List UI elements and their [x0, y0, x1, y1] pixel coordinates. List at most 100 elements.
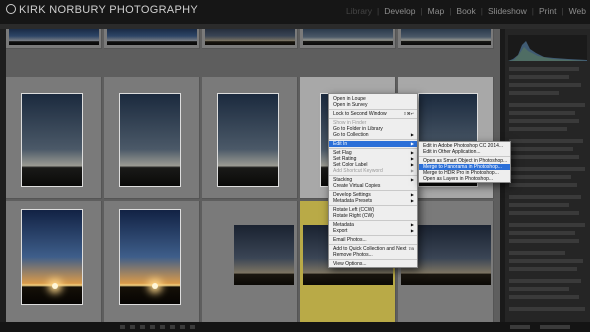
- menu-separator: [329, 190, 417, 191]
- toolbar-button[interactable]: [150, 325, 155, 329]
- thumbnail[interactable]: [21, 209, 83, 305]
- grid-cell[interactable]: [202, 201, 298, 322]
- toolbar-button[interactable]: [120, 325, 125, 329]
- menu-separator: [419, 156, 510, 157]
- edit-in-submenu: Edit in Adobe Photoshop CC 2014... Edit i…: [418, 141, 511, 183]
- thumbnail[interactable]: [119, 209, 181, 305]
- panel-row: [509, 307, 585, 311]
- menu-item-label: Remove Photos...: [333, 252, 373, 258]
- histogram-graph: [508, 41, 587, 61]
- panel-row: [509, 175, 571, 179]
- module-book[interactable]: Book: [456, 6, 475, 16]
- submenu-arrow-icon: ▶: [410, 132, 414, 137]
- grid-cell[interactable]: [104, 201, 200, 322]
- grid-cell[interactable]: [6, 29, 102, 49]
- grid-cell[interactable]: [6, 77, 102, 199]
- right-panel: [505, 29, 590, 322]
- toolbar-button[interactable]: [170, 325, 175, 329]
- module-separator: |: [561, 6, 564, 16]
- menu-item-label: Export: [333, 228, 348, 234]
- menu-item-view-options[interactable]: View Options...: [329, 261, 417, 267]
- toolbar-button[interactable]: [140, 325, 145, 329]
- panel-row: [509, 155, 579, 159]
- menu-item-open-in-survey[interactable]: Open in Survey: [329, 102, 417, 108]
- module-map[interactable]: Map: [428, 6, 445, 16]
- menu-item-go-to-collection[interactable]: Go to Collection ▶: [329, 132, 417, 138]
- panel-row: [509, 231, 575, 235]
- submenu-arrow-icon: ▶: [410, 141, 414, 146]
- logo-text: KIRK NORBURY PHOTOGRAPHY: [19, 4, 198, 16]
- submenu-arrow-icon: ▶: [410, 198, 414, 203]
- grid-cell[interactable]: [202, 29, 298, 49]
- menu-item-label: View Options...: [333, 261, 367, 267]
- module-separator: |: [531, 6, 534, 16]
- grid-cell[interactable]: [202, 77, 298, 199]
- panel-row: [509, 91, 559, 95]
- menu-item-label: Email Photos...: [333, 237, 367, 243]
- menu-item-lock-to-second-window[interactable]: Lock to Second Window ⇧⌘↵: [329, 111, 417, 117]
- thumbnail[interactable]: [205, 29, 295, 45]
- panel-row: [509, 239, 579, 243]
- menu-separator: [329, 220, 417, 221]
- menu-item-rotate-right-cw[interactable]: Rotate Right (CW): [329, 213, 417, 219]
- menu-separator: [329, 205, 417, 206]
- submenu-arrow-icon: ▶: [410, 168, 414, 173]
- toolbar-button[interactable]: [190, 325, 195, 329]
- panel-row: [509, 83, 581, 87]
- menu-item-edit-in-other-application[interactable]: Edit in Other Application...: [419, 149, 510, 155]
- thumbnail[interactable]: [107, 29, 197, 45]
- thumbnail[interactable]: [119, 93, 181, 187]
- panel-row: [509, 295, 579, 299]
- menu-separator: [329, 244, 417, 245]
- thumbnail[interactable]: [401, 29, 491, 45]
- toolbar-button[interactable]: [510, 325, 530, 329]
- toolbar-button[interactable]: [540, 325, 570, 329]
- menu-item-email-photos[interactable]: Email Photos...: [329, 237, 417, 243]
- toolbar-button[interactable]: [130, 325, 135, 329]
- panel-row: [509, 183, 577, 187]
- module-library[interactable]: Library: [346, 6, 372, 16]
- menu-separator: [329, 148, 417, 149]
- grid-cell[interactable]: [104, 29, 200, 49]
- grid-cell[interactable]: [300, 29, 396, 49]
- menu-item-export[interactable]: Export ▶: [329, 228, 417, 234]
- panel-row: [509, 267, 577, 271]
- panel-row: [509, 251, 565, 255]
- panel-row: [509, 259, 583, 263]
- menu-item-label: Open as Layers in Photoshop...: [423, 176, 494, 182]
- menu-item-edit-in[interactable]: Edit In ▶: [329, 141, 417, 147]
- panel-row: [509, 111, 575, 115]
- thumbnail[interactable]: [234, 225, 294, 285]
- menu-item-remove-photos[interactable]: Remove Photos...: [329, 252, 417, 258]
- module-separator: |: [449, 6, 452, 16]
- toolbar-button[interactable]: [180, 325, 185, 329]
- module-web[interactable]: Web: [569, 6, 586, 16]
- menu-separator: [329, 235, 417, 236]
- panel-row: [509, 195, 581, 199]
- thumbnail[interactable]: [217, 93, 279, 187]
- menu-item-create-virtual-copies[interactable]: Create Virtual Copies: [329, 183, 417, 189]
- menu-item-label: Lock to Second Window: [333, 111, 387, 117]
- thumbnail[interactable]: [303, 29, 393, 45]
- menu-item-metadata-presets[interactable]: Metadata Presets ▶: [329, 198, 417, 204]
- panel-row: [509, 127, 567, 131]
- menu-item-label: Edit in Other Application...: [423, 149, 481, 155]
- menu-separator: [329, 175, 417, 176]
- menu-item-label: Open in Survey: [333, 102, 368, 108]
- menu-item-add-shortcut-keyword: Add Shortcut Keyword ▶: [329, 168, 417, 174]
- module-separator: |: [420, 6, 423, 16]
- thumbnail[interactable]: [21, 93, 83, 187]
- panel-row: [509, 279, 581, 283]
- grid-cell[interactable]: [398, 29, 494, 49]
- panel-row: [509, 75, 569, 79]
- toolbar-button[interactable]: [160, 325, 165, 329]
- module-develop[interactable]: Develop: [384, 6, 415, 16]
- module-slideshow[interactable]: Slideshow: [488, 6, 527, 16]
- module-print[interactable]: Print: [539, 6, 556, 16]
- menu-item-open-as-layers-in-photoshop[interactable]: Open as Layers in Photoshop...: [419, 176, 510, 182]
- grid-cell[interactable]: [104, 77, 200, 199]
- menu-separator: [329, 118, 417, 119]
- histogram: [508, 35, 587, 61]
- thumbnail[interactable]: [9, 29, 99, 45]
- grid-cell[interactable]: [6, 201, 102, 322]
